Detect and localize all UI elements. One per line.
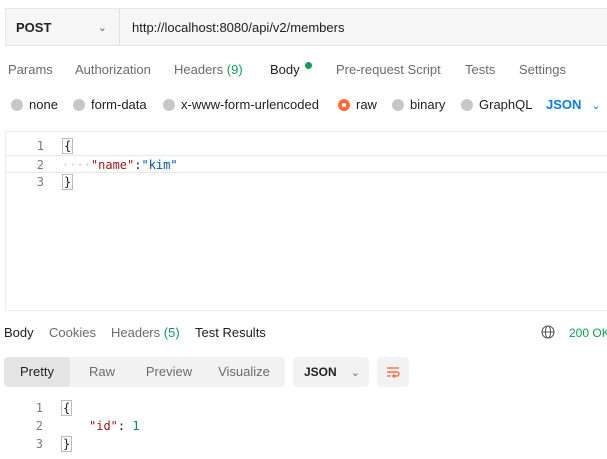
chevron-down-icon: ⌄ xyxy=(591,100,601,112)
response-status: 200 OK xyxy=(569,326,607,340)
tab-authorization[interactable]: Authorization xyxy=(75,62,151,77)
radio-circle-icon xyxy=(73,98,85,111)
view-raw[interactable]: Raw xyxy=(74,357,130,387)
open-brace: { xyxy=(61,400,73,416)
radio-selected-icon xyxy=(338,98,350,111)
radio-x-www-form-urlencoded[interactable]: x-www-form-urlencoded xyxy=(163,97,319,112)
radio-circle-icon xyxy=(461,98,473,111)
radio-circle-icon xyxy=(392,98,404,111)
resp-tab-test-results[interactable]: Test Results xyxy=(195,325,266,340)
globe-icon[interactable] xyxy=(541,325,555,339)
response-tabs: Body Cookies Headers (5) Test Results xyxy=(0,325,607,345)
wrap-lines-icon xyxy=(387,367,400,379)
radio-circle-icon xyxy=(163,98,175,111)
chevron-down-icon: ⌄ xyxy=(97,21,107,34)
method-dropdown[interactable]: POST ⌄ xyxy=(6,9,120,45)
tab-settings[interactable]: Settings xyxy=(519,62,566,77)
resp-tab-headers[interactable]: Headers (5) xyxy=(111,325,180,340)
radio-binary[interactable]: binary xyxy=(392,97,445,112)
tab-params[interactable]: Params xyxy=(8,62,53,77)
view-pretty[interactable]: Pretty xyxy=(4,357,70,387)
body-modified-dot-icon xyxy=(304,62,312,69)
view-preview[interactable]: Preview xyxy=(132,357,206,387)
resp-headers-count: (5) xyxy=(163,325,180,340)
close-brace: } xyxy=(61,436,73,452)
radio-raw[interactable]: raw xyxy=(338,97,377,112)
viewer-line: 3 } xyxy=(35,436,73,452)
request-url-bar: POST ⌄ http://localhost:8080/api/v2/memb… xyxy=(5,8,607,46)
body-format-dropdown[interactable]: JSON ⌄ xyxy=(546,97,601,112)
editor-line-current: 2 ····"name":"kim" xyxy=(6,155,607,173)
body-type-radios: none form-data x-www-form-urlencoded raw… xyxy=(0,97,607,117)
response-view-switcher: Pretty Raw Preview Visualize xyxy=(4,357,285,387)
radio-none[interactable]: none xyxy=(11,97,58,112)
radio-graphql[interactable]: GraphQL xyxy=(461,97,532,112)
request-tabs: Params Authorization Headers (9) Body Pr… xyxy=(0,62,607,82)
resp-tab-body[interactable]: Body xyxy=(4,325,34,340)
viewer-line: 2 "id": 1 xyxy=(35,419,140,433)
editor-line: 1 { xyxy=(36,138,74,154)
chevron-down-icon: ⌄ xyxy=(350,366,360,379)
tab-tests[interactable]: Tests xyxy=(465,62,495,77)
radio-form-data[interactable]: form-data xyxy=(73,97,147,112)
viewer-line: 1 { xyxy=(35,400,73,416)
editor-line: 3 } xyxy=(36,174,74,190)
resp-tab-cookies[interactable]: Cookies xyxy=(49,325,96,340)
headers-count: (9) xyxy=(226,62,243,77)
radio-circle-icon xyxy=(11,98,23,111)
tab-body[interactable]: Body xyxy=(270,62,312,77)
view-visualize[interactable]: Visualize xyxy=(208,357,280,387)
tab-pre-request-script[interactable]: Pre-request Script xyxy=(336,62,441,77)
response-format-dropdown[interactable]: JSON ⌄ xyxy=(293,357,369,387)
wrap-lines-button[interactable] xyxy=(377,357,409,387)
close-brace: } xyxy=(62,174,74,190)
open-brace: { xyxy=(62,138,74,154)
response-body-viewer: 1 { 2 "id": 1 3 } xyxy=(5,399,607,459)
tab-headers[interactable]: Headers (9) xyxy=(174,62,243,77)
url-input[interactable]: http://localhost:8080/api/v2/members xyxy=(120,20,344,35)
request-body-editor[interactable]: 1 { 2 ····"name":"kim" 3 } xyxy=(5,131,607,311)
whitespace-dots: ···· xyxy=(62,158,91,172)
method-label: POST xyxy=(16,19,52,35)
